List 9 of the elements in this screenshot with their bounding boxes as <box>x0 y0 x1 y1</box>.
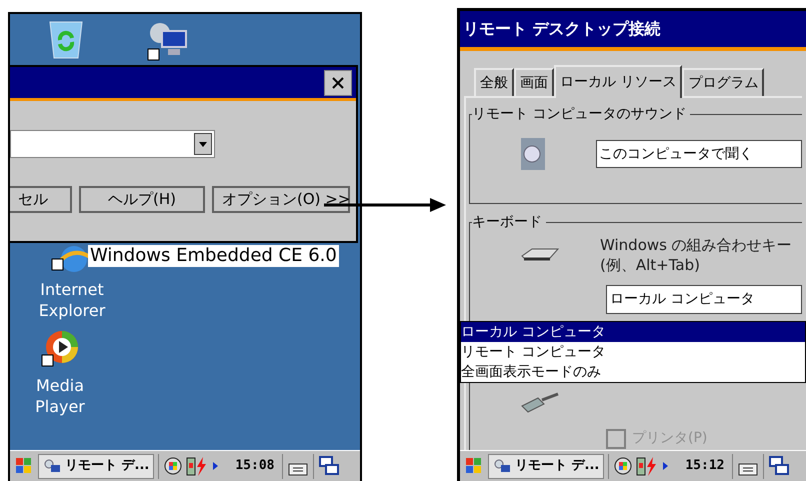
clock-time: 15:12 <box>685 457 724 476</box>
tooltip: Windows Embedded CE 6.0 <box>88 245 339 267</box>
keyboard-example: (例、Alt+Tab) <box>600 255 701 275</box>
group-title: キーボード <box>472 213 546 231</box>
clock-time: 15:08 <box>235 457 274 476</box>
checkbox-label: プリンタ(P) <box>632 429 708 448</box>
keyboard-description: Windows の組み合わせキー <box>600 235 792 255</box>
window-title: リモート デスクトップ接続 <box>463 18 661 40</box>
group-title: リモート コンピュータのサウンド <box>472 105 690 123</box>
